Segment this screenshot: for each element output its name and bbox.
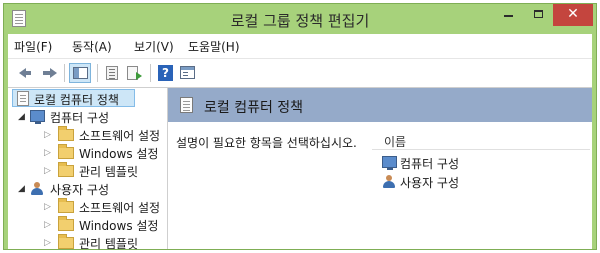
items-list: 이름 컴퓨터 구성 사용자 구성 [370, 122, 592, 249]
console-tree: 로컬 컴퓨터 정책 ◢ 컴퓨터 구성 ▷ 소프트웨어 설정 ▷ Windows … [8, 88, 168, 252]
tree-item-label: 소프트웨어 설정 [79, 201, 161, 215]
menu-help[interactable]: 도움말(H) [188, 38, 240, 55]
tree-item-label: 관리 템플릿 [79, 165, 139, 179]
maximize-icon [533, 10, 543, 18]
user-icon [30, 182, 44, 196]
tree-item-computer-configuration[interactable]: ◢ 컴퓨터 구성 [12, 108, 162, 126]
policy-document-icon [17, 91, 29, 106]
tree-item-software-settings[interactable]: ▷ 소프트웨어 설정 [12, 198, 164, 216]
user-icon [382, 175, 396, 189]
back-button[interactable] [16, 63, 38, 83]
title-bar[interactable]: 로컬 그룹 정책 편집기 ✕ [4, 4, 596, 34]
folder-icon [58, 126, 74, 141]
collapsed-icon[interactable]: ▷ [44, 220, 51, 230]
menu-action[interactable]: 동작(A) [72, 38, 112, 55]
list-view-icon [106, 66, 118, 80]
forward-icon [43, 68, 57, 78]
collapsed-icon[interactable]: ▷ [44, 148, 51, 158]
collapsed-icon[interactable]: ▷ [44, 202, 51, 212]
policy-document-icon [180, 97, 193, 113]
folder-icon [58, 144, 74, 159]
show-hide-tree-button[interactable] [69, 63, 91, 83]
toolbar-separator [97, 64, 98, 82]
tree-item-windows-settings[interactable]: ▷ Windows 설정 [12, 216, 164, 234]
close-button[interactable]: ✕ [553, 4, 593, 26]
tree-item-label: 사용자 구성 [50, 183, 110, 197]
list-item-label: 컴퓨터 구성 [400, 157, 460, 171]
toolbar: ? [8, 58, 592, 88]
folder-icon [58, 234, 74, 249]
menu-view[interactable]: 보기(V) [134, 38, 174, 55]
export-list-icon [127, 66, 142, 80]
list-item-computer-configuration[interactable]: 컴퓨터 구성 [382, 154, 502, 172]
toolbar-separator [64, 64, 65, 82]
tree-item-label: 소프트웨어 설정 [79, 129, 161, 143]
back-icon [19, 68, 31, 78]
tree-item-label: Windows 설정 [79, 147, 159, 161]
column-header-label: 이름 [384, 135, 407, 149]
menu-bar: 파일(F) 동작(A) 보기(V) 도움말(H) [8, 34, 592, 58]
collapsed-icon[interactable]: ▷ [44, 238, 51, 248]
description-text: 설명이 필요한 항목을 선택하십시오. [176, 136, 357, 150]
minimize-icon [503, 15, 513, 17]
details-header-title: 로컬 컴퓨터 정책 [204, 100, 304, 116]
menu-file[interactable]: 파일(F) [14, 38, 52, 55]
help-button[interactable]: ? [155, 63, 177, 83]
tree-item-label: 관리 템플릿 [79, 237, 139, 251]
properties-icon [180, 66, 195, 79]
folder-icon [58, 198, 74, 213]
tree-item-administrative-templates[interactable]: ▷ 관리 템플릿 [12, 162, 164, 180]
tree-item-user-configuration[interactable]: ◢ 사용자 구성 [12, 180, 162, 198]
details-pane: 로컬 컴퓨터 정책 설명이 필요한 항목을 선택하십시오. 이름 컴퓨터 구성 … [168, 88, 592, 249]
export-list-button[interactable] [124, 63, 146, 83]
expanded-icon[interactable]: ◢ [18, 184, 25, 194]
tree-item-software-settings[interactable]: ▷ 소프트웨어 설정 [12, 126, 164, 144]
tree-item-label: Windows 설정 [79, 219, 159, 233]
properties-button[interactable] [177, 63, 199, 83]
tree-item-administrative-templates[interactable]: ▷ 관리 템플릿 [12, 234, 164, 252]
list-item-label: 사용자 구성 [400, 176, 460, 190]
tree-item-windows-settings[interactable]: ▷ Windows 설정 [12, 144, 164, 162]
list-item-user-configuration[interactable]: 사용자 구성 [382, 173, 502, 191]
maximize-button[interactable] [524, 4, 552, 26]
minimize-button[interactable] [494, 4, 522, 26]
column-header-name[interactable]: 이름 [372, 130, 590, 150]
expanded-icon[interactable]: ◢ [18, 112, 25, 122]
folder-icon [58, 216, 74, 231]
close-icon: ✕ [567, 6, 579, 22]
app-window: 로컬 그룹 정책 편집기 ✕ 파일(F) 동작(A) 보기(V) 도움말(H) … [3, 3, 597, 252]
computer-icon [382, 156, 397, 170]
show-hide-tree-icon [73, 67, 88, 79]
list-view-button[interactable] [102, 63, 124, 83]
tree-item-label: 로컬 컴퓨터 정책 [34, 93, 119, 107]
collapsed-icon[interactable]: ▷ [44, 166, 51, 176]
collapsed-icon[interactable]: ▷ [44, 130, 51, 140]
forward-button[interactable] [38, 63, 60, 83]
tree-item-label: 컴퓨터 구성 [50, 111, 110, 125]
details-header: 로컬 컴퓨터 정책 [168, 88, 592, 122]
help-icon: ? [158, 65, 173, 81]
toolbar-separator [150, 64, 151, 82]
folder-icon [58, 162, 74, 177]
tree-item-local-computer-policy[interactable]: 로컬 컴퓨터 정책 [12, 89, 135, 107]
computer-icon [30, 110, 45, 124]
